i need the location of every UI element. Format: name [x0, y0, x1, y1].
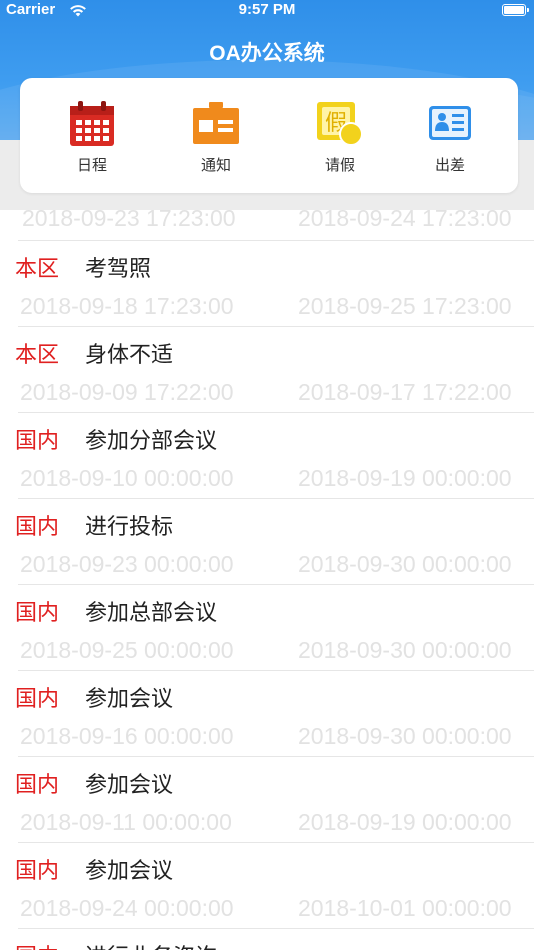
- menu-item-label: 请假: [324, 156, 355, 174]
- notice-icon: [193, 102, 239, 144]
- menu-item-schedule[interactable]: 日程: [52, 100, 132, 178]
- item-title: 进行投标: [85, 515, 174, 540]
- region-tag: 国内: [15, 773, 60, 798]
- region-tag: 国内: [15, 429, 60, 454]
- divider: [18, 240, 534, 241]
- status-bar: Carrier 9:57 PM: [0, 0, 534, 22]
- item-title: 进行业务咨询: [85, 939, 217, 950]
- region-tag: 本区: [15, 257, 60, 282]
- divider: [18, 756, 534, 757]
- list-item[interactable]: 国内 进行业务咨询: [0, 892, 534, 950]
- divider: [18, 584, 534, 585]
- list-item[interactable]: 国内 参加会议 2018-09-16 00:00:00 2018-09-30 0…: [0, 634, 534, 749]
- list-item[interactable]: 国内 参加总部会议 2018-09-25 00:00:00 2018-09-30…: [0, 548, 534, 663]
- quick-menu-card: 日程 通知 假 请假 出差: [20, 78, 518, 193]
- region-tag: 本区: [15, 343, 60, 368]
- leave-icon: 假: [317, 102, 363, 146]
- divider: [18, 842, 534, 843]
- menu-item-label: 通知: [200, 156, 231, 174]
- item-title: 身体不适: [85, 343, 174, 368]
- divider: [18, 498, 534, 499]
- battery-icon: [502, 4, 529, 16]
- region-tag: 国内: [15, 687, 60, 712]
- menu-item-label: 出差: [434, 156, 465, 174]
- item-title: 参加分部会议: [85, 429, 218, 454]
- list-item[interactable]: 本区 考驾照 2018-09-18 17:23:00 2018-09-25 17…: [0, 204, 534, 319]
- menu-item-notice[interactable]: 通知: [176, 100, 256, 178]
- list-item[interactable]: 本区 身体不适 2018-09-09 17:22:00 2018-09-17 1…: [0, 290, 534, 405]
- menu-item-label: 日程: [76, 156, 107, 174]
- item-title: 参加会议: [85, 859, 174, 884]
- record-list[interactable]: 2018-09-23 17:23:00 2018-09-24 17:23:00 …: [0, 204, 534, 950]
- region-tag: 国内: [15, 515, 60, 540]
- divider: [18, 928, 534, 929]
- divider: [18, 670, 534, 671]
- divider: [18, 326, 534, 327]
- region-tag: 国内: [15, 601, 60, 626]
- item-title: 参加会议: [85, 773, 174, 798]
- item-title: 考驾照: [85, 257, 152, 282]
- list-item[interactable]: 国内 参加分部会议 2018-09-10 00:00:00 2018-09-19…: [0, 376, 534, 491]
- list-item[interactable]: 国内 参加会议 2018-09-24 00:00:00 2018-10-01 0…: [0, 806, 534, 921]
- calendar-icon: [70, 101, 114, 146]
- item-title: 参加会议: [85, 687, 174, 712]
- region-tag: 国内: [15, 939, 59, 950]
- oa-home-screen: Carrier 9:57 PM OA办公系统 日程 通知 假 请假 出差 201…: [0, 0, 534, 950]
- menu-item-leave[interactable]: 假 请假: [300, 100, 380, 178]
- business-trip-icon: [429, 106, 471, 140]
- page-title: OA办公系统: [209, 42, 325, 65]
- clock: 9:57 PM: [238, 1, 296, 18]
- menu-item-business-trip[interactable]: 出差: [410, 100, 490, 178]
- list-item[interactable]: 国内 进行投标 2018-09-23 00:00:00 2018-09-30 0…: [0, 462, 534, 577]
- list-item[interactable]: 国内 参加会议 2018-09-11 00:00:00 2018-09-19 0…: [0, 720, 534, 835]
- divider: [18, 412, 534, 413]
- item-title: 参加总部会议: [85, 601, 218, 626]
- region-tag: 国内: [15, 859, 60, 884]
